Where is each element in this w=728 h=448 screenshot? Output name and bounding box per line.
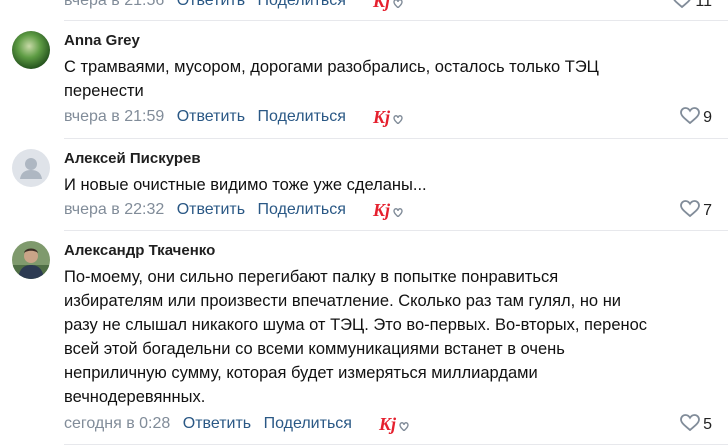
reply-button[interactable]: Ответить <box>183 413 251 435</box>
comment-date[interactable]: вчера в 21:56 <box>64 0 164 12</box>
like-button[interactable]: 7 <box>680 199 712 221</box>
comment-text-line: И новые очистные видимо тоже уже сделаны… <box>64 176 427 194</box>
reply-button[interactable]: Ответить <box>177 199 245 221</box>
divider <box>64 138 728 139</box>
comment-text: По-моему, они сильно перегибают палку в … <box>64 265 714 409</box>
comment-date[interactable]: сегодня в 0:28 <box>64 413 170 435</box>
kg-reaction-icon[interactable]: Kj <box>372 199 410 221</box>
comment-author[interactable]: Алексей Пискурев <box>64 150 201 167</box>
share-button[interactable]: Поделиться <box>258 199 346 221</box>
comment-text-line: С трамваями, мусором, дорогами разобрали… <box>64 58 599 76</box>
comment-text-line: перенести <box>64 82 144 100</box>
avatar[interactable] <box>12 241 50 279</box>
share-button[interactable]: Поделиться <box>258 0 346 12</box>
comment-text: С трамваями, мусором, дорогами разобрали… <box>64 55 714 103</box>
reply-button[interactable]: Ответить <box>177 106 245 128</box>
like-button[interactable]: 9 <box>680 106 712 128</box>
divider <box>64 230 728 231</box>
kg-reaction-icon[interactable]: Kj <box>372 106 410 128</box>
kg-reaction-icon[interactable]: Kj <box>372 0 410 12</box>
avatar[interactable] <box>12 31 50 69</box>
heart-outline-icon <box>680 107 700 125</box>
comment-date[interactable]: вчера в 22:32 <box>64 199 164 221</box>
like-count: 5 <box>703 416 712 433</box>
comment-meta: вчера в 21:56 Ответить Поделиться Kj <box>64 0 410 12</box>
share-button[interactable]: Поделиться <box>264 413 352 435</box>
heart-outline-icon <box>673 0 692 9</box>
user-silhouette-icon <box>12 149 50 187</box>
heart-outline-icon <box>680 200 700 218</box>
comment-text-line: неприличную сумму, которая будет измерят… <box>64 364 538 382</box>
avatar[interactable] <box>12 149 50 187</box>
like-button[interactable]: 5 <box>680 413 712 435</box>
comment-text-line: всей этой богадельни со всеми коммуникац… <box>64 340 565 358</box>
svg-text:Kj: Kj <box>372 0 391 11</box>
comment-meta: вчера в 22:32 Ответить Поделиться Kj <box>64 199 410 221</box>
comment-meta: вчера в 21:59 Ответить Поделиться Kj <box>64 106 410 128</box>
divider <box>64 20 728 21</box>
svg-text:Kj: Kj <box>372 200 391 220</box>
divider <box>64 444 728 445</box>
svg-text:Kj: Kj <box>378 414 397 434</box>
like-button[interactable]: 11 <box>672 0 712 12</box>
comment-date[interactable]: вчера в 21:59 <box>64 106 164 128</box>
comment-text-line: разу не слышал никакого шума от ТЭЦ. Это… <box>64 316 648 334</box>
reply-button[interactable]: Ответить <box>177 0 245 12</box>
comment-meta: сегодня в 0:28 Ответить Поделиться Kj <box>64 413 416 435</box>
comment-author[interactable]: Александр Ткаченко <box>64 242 215 259</box>
comment-text-line: избирателям или произвести впечатление. … <box>64 292 622 310</box>
kg-reaction-icon[interactable]: Kj <box>378 413 416 435</box>
like-count: 11 <box>695 0 712 10</box>
share-button[interactable]: Поделиться <box>258 106 346 128</box>
comment-text-line: вечнодеревянных. <box>64 388 206 406</box>
comment-text-line: По-моему, они сильно перегибают палку в … <box>64 268 559 286</box>
like-count: 7 <box>703 202 712 219</box>
like-count: 9 <box>703 109 712 126</box>
comment-author[interactable]: Anna Grey <box>64 32 140 49</box>
heart-outline-icon <box>680 414 700 432</box>
comment-text: И новые очистные видимо тоже уже сделаны… <box>64 173 714 197</box>
svg-text:Kj: Kj <box>372 107 391 127</box>
